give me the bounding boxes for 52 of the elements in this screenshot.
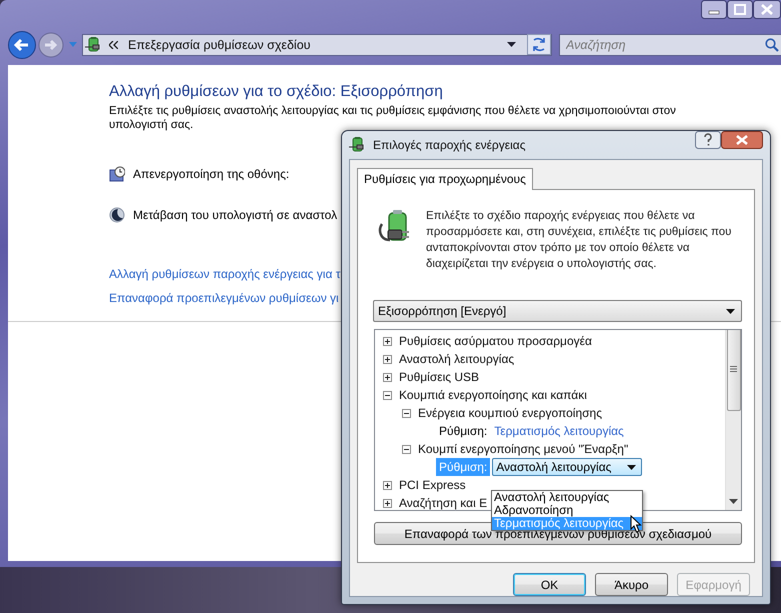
expand-icon[interactable] bbox=[383, 498, 392, 508]
setting-label[interactable]: Ρύθμιση: bbox=[436, 422, 490, 440]
scrollbar[interactable] bbox=[725, 330, 741, 510]
tree-item[interactable]: Ρυθμίσεις USB bbox=[399, 370, 480, 384]
forward-button[interactable] bbox=[38, 32, 64, 58]
setting-value[interactable]: Τερματισμός λειτουργίας bbox=[494, 424, 624, 438]
dropdown-caret-icon[interactable] bbox=[627, 464, 636, 470]
dropdown-option[interactable]: Αναστολή λειτουργίας bbox=[492, 491, 642, 504]
scroll-down-icon[interactable] bbox=[729, 499, 738, 504]
close-button[interactable] bbox=[721, 131, 763, 149]
help-button[interactable] bbox=[695, 131, 721, 149]
dropdown-caret-icon[interactable] bbox=[726, 308, 735, 314]
minimize-button[interactable] bbox=[701, 0, 727, 19]
scroll-thumb[interactable] bbox=[726, 330, 740, 411]
expand-icon[interactable] bbox=[383, 480, 392, 490]
tree-item[interactable]: Ενέργεια κουμπιού ενεργοποίησης bbox=[418, 406, 602, 420]
refresh-button[interactable] bbox=[527, 34, 551, 55]
plan-dropdown[interactable]: Εξισορρόπηση [Ενεργό] bbox=[373, 300, 742, 322]
setting-label: Μετάβαση του υπολογιστή σε αναστολ bbox=[133, 208, 338, 222]
instruction-text: Επιλέξτε το σχέδιο παροχής ενέργειας που θέλετε να προσαρμόσετε και, στη συνέχεια, επιλέξτε τις ρυθμίσεις που ανταποκρίνονται στον τρόπο με τον οποίο θέλετε να διαχειρίζεται την ενέργεια ο υπολογιστής σας. bbox=[426, 209, 732, 272]
dialog-button[interactable]: Άκυρο bbox=[595, 573, 668, 596]
page-heading: Αλλαγή ρυθμίσεων για το σχέδιο: Εξισορρόπηση bbox=[109, 83, 444, 101]
maximize-button[interactable] bbox=[727, 0, 753, 19]
tree-item[interactable]: Αναζήτηση και Ε bbox=[399, 496, 488, 510]
dropdown-option[interactable]: Αδρανοποίηση bbox=[492, 504, 642, 517]
setting-dropdown[interactable]: Αναστολή λειτουργίας bbox=[492, 458, 642, 476]
expand-icon[interactable] bbox=[383, 372, 392, 382]
grip-icon bbox=[730, 366, 737, 372]
expand-icon[interactable] bbox=[383, 354, 392, 364]
address-bar[interactable]: Επεξεργασία ρυθμίσεων σχεδίου bbox=[82, 34, 552, 56]
dialog-title: Επιλογές παροχής ενέργειας bbox=[373, 138, 526, 152]
dropdown-caret-icon[interactable] bbox=[507, 42, 516, 47]
breadcrumb-chevron-icon[interactable] bbox=[109, 40, 118, 48]
moon-icon bbox=[109, 207, 125, 223]
tree-item[interactable]: PCI Express bbox=[399, 478, 466, 492]
description-text: Επιλέξτε τις ρυθμίσεις αναστολής λειτουργίας και τις ρυθμίσεις εμφάνισης που θέλετε να χρησιμοποιούνται στον υπολογιστή σας. bbox=[109, 104, 677, 132]
search-icon[interactable] bbox=[765, 38, 779, 52]
close-button[interactable] bbox=[753, 0, 781, 19]
address-text: Επεξεργασία ρυθμίσεων σχεδίου bbox=[128, 38, 312, 52]
expand-icon[interactable] bbox=[383, 336, 392, 346]
dialog-button[interactable]: OK bbox=[513, 573, 586, 596]
tree-item[interactable]: Αναστολή λειτουργίας bbox=[399, 352, 514, 366]
tree-item[interactable]: Ρυθμίσεις ασύρματου προσαρμογέα bbox=[399, 334, 592, 348]
tree-item[interactable]: Κουμπιά ενεργοποίησης και καπάκι bbox=[399, 388, 587, 402]
back-button[interactable] bbox=[7, 30, 37, 60]
setting-label: Απενεργοποίηση της οθόνης: bbox=[133, 167, 290, 181]
tree-item[interactable]: Κουμπί ενεργοποίησης μενού "Έναρξη" bbox=[418, 442, 628, 456]
collapse-icon[interactable] bbox=[402, 408, 411, 418]
collapse-icon[interactable] bbox=[402, 444, 411, 454]
collapse-icon[interactable] bbox=[383, 390, 392, 400]
tab[interactable]: Ρυθμίσεις για προχωρημένους bbox=[357, 168, 533, 190]
display-clock-icon bbox=[109, 166, 125, 182]
